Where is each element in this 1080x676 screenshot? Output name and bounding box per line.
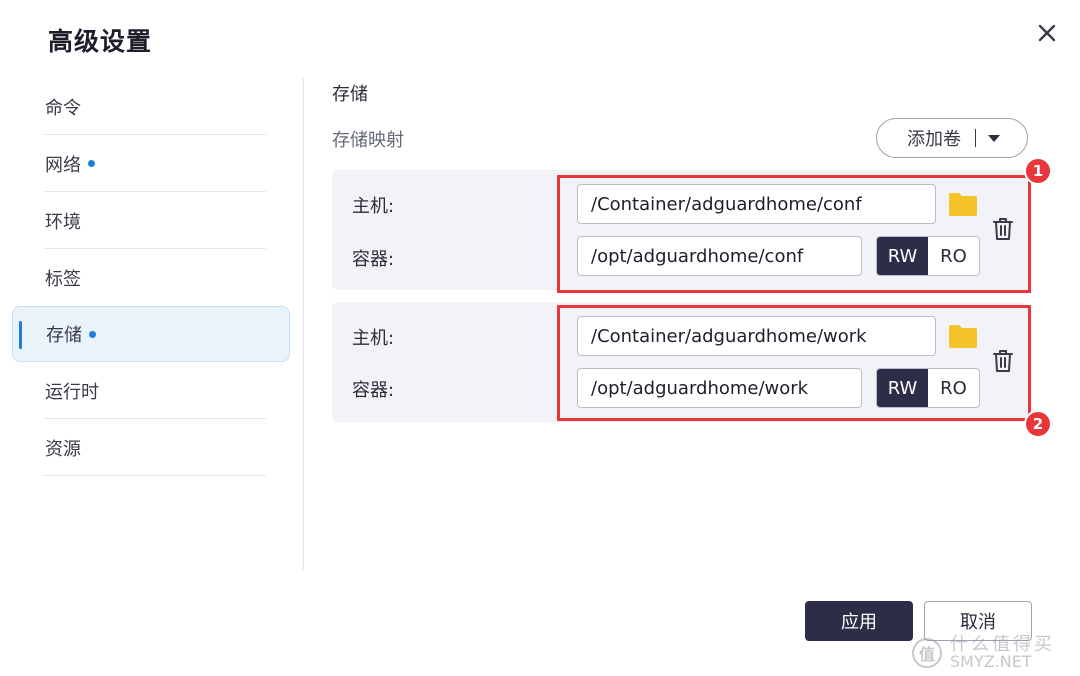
- sidebar-item-label: 资源: [45, 438, 81, 460]
- annotation-badge: 1: [1024, 157, 1052, 185]
- caret-down-icon[interactable]: [988, 134, 1000, 142]
- add-volume-button[interactable]: 添加卷: [876, 118, 1028, 158]
- sidebar-item-label: 标签: [45, 268, 81, 290]
- sidebar-item-label: 运行时: [45, 381, 99, 403]
- dialog-title: 高级设置: [48, 27, 153, 56]
- divider: [44, 475, 266, 476]
- sidebar-item-runtime[interactable]: 运行时: [12, 362, 292, 419]
- apply-button[interactable]: 应用: [805, 601, 913, 641]
- highlight-box: [557, 175, 1031, 293]
- sidebar-item-label: 网络: [45, 154, 81, 176]
- container-label: 容器:: [352, 249, 395, 270]
- sidebar-item-command[interactable]: 命令: [12, 78, 292, 135]
- modified-dot-indicator: [88, 160, 95, 167]
- sidebar-item-resources[interactable]: 资源: [12, 419, 292, 476]
- sidebar-item-environment[interactable]: 环境: [12, 192, 292, 249]
- watermark-domain: SMYZ.NET: [950, 652, 1032, 671]
- sidebar-item-label: 存储: [46, 325, 82, 346]
- watermark-logo-icon: 值: [912, 638, 942, 668]
- annotation-badge: 2: [1024, 410, 1052, 438]
- sidebar-item-labels[interactable]: 标签: [12, 249, 292, 306]
- storage-mapping-label: 存储映射: [332, 130, 404, 151]
- sidebar-item-label: 命令: [45, 97, 81, 119]
- host-label: 主机:: [352, 196, 395, 217]
- button-separator: [975, 129, 976, 147]
- modified-dot-indicator: [89, 330, 96, 338]
- watermark: 值 什么值得买 SMYZ.NET: [912, 632, 1078, 674]
- advanced-settings-dialog: 高级设置 命令 网络 环境 标签 存储 运行时 资源 存储 存储映射 添加卷 主…: [0, 0, 1080, 676]
- active-indicator: [19, 321, 22, 349]
- section-title: 存储: [332, 84, 368, 105]
- sidebar-item-storage[interactable]: 存储: [12, 306, 290, 362]
- close-icon[interactable]: [1034, 20, 1060, 46]
- sidebar-nav: 命令 网络 环境 标签 存储 运行时 资源: [12, 78, 292, 476]
- vertical-divider: [303, 78, 304, 570]
- sidebar-item-network[interactable]: 网络: [12, 135, 292, 192]
- host-label: 主机:: [352, 328, 395, 349]
- highlight-box: [557, 305, 1031, 421]
- sidebar-item-label: 环境: [45, 211, 81, 233]
- container-label: 容器:: [352, 380, 395, 401]
- add-volume-label: 添加卷: [907, 129, 961, 150]
